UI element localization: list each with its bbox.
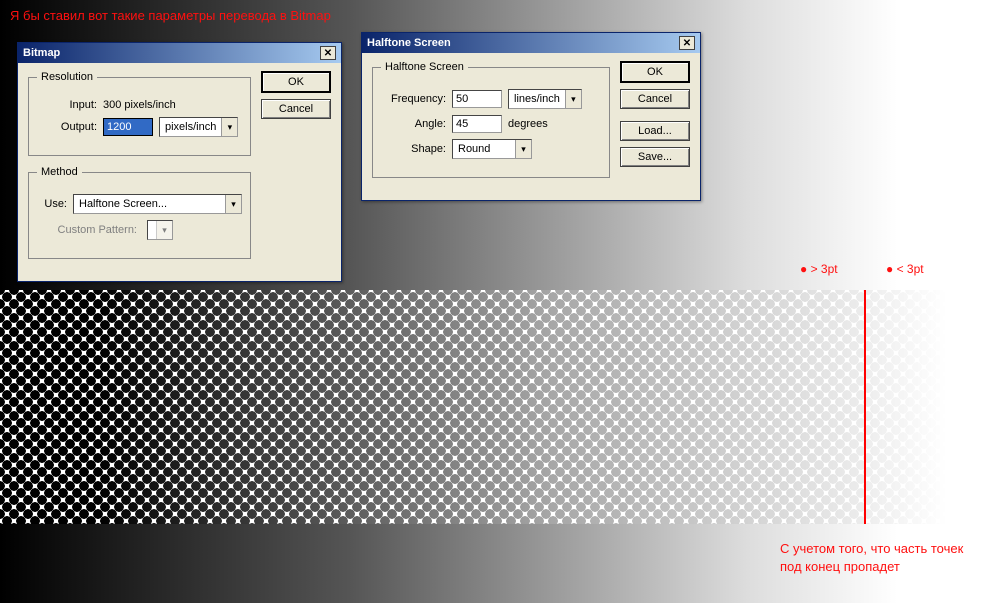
annotation-gt-3pt: ● > 3pt	[800, 262, 838, 276]
shape-combo[interactable]: Round	[452, 139, 532, 159]
use-value: Halftone Screen...	[74, 196, 225, 212]
chevron-down-icon[interactable]	[225, 195, 241, 213]
output-units-combo[interactable]: pixels/inch	[159, 117, 238, 137]
chevron-down-icon[interactable]	[221, 118, 237, 136]
frequency-units: lines/inch	[509, 91, 565, 107]
input-value: 300 pixels/inch	[103, 99, 176, 111]
halftone-title: Halftone Screen	[367, 37, 451, 49]
chevron-down-icon[interactable]	[515, 140, 531, 158]
shape-label: Shape:	[381, 143, 446, 155]
output-units: pixels/inch	[160, 119, 221, 135]
annotation-lt-3pt: ● < 3pt	[886, 262, 924, 276]
use-combo[interactable]: Halftone Screen...	[73, 194, 242, 214]
threshold-line	[864, 290, 866, 524]
save-button[interactable]: Save...	[620, 147, 690, 167]
load-button[interactable]: Load...	[620, 121, 690, 141]
annotation-bottom-l1: С учетом того, что часть точек	[780, 540, 963, 558]
resolution-legend: Resolution	[37, 71, 97, 83]
chevron-down-icon	[156, 221, 172, 239]
halftone-titlebar[interactable]: Halftone Screen ✕	[362, 33, 700, 53]
halftone-legend: Halftone Screen	[381, 61, 468, 73]
use-label: Use:	[37, 198, 67, 210]
resolution-group: Resolution Input: 300 pixels/inch Output…	[28, 71, 251, 156]
cancel-button[interactable]: Cancel	[620, 89, 690, 109]
input-label: Input:	[37, 99, 97, 111]
angle-label: Angle:	[381, 118, 446, 130]
angle-input[interactable]	[452, 115, 502, 133]
frequency-input[interactable]	[452, 90, 502, 108]
output-label: Output:	[37, 121, 97, 133]
close-icon[interactable]: ✕	[679, 36, 695, 50]
annotation-top: Я бы ставил вот такие параметры перевода…	[10, 8, 331, 23]
method-legend: Method	[37, 166, 82, 178]
frequency-label: Frequency:	[381, 93, 446, 105]
custom-pattern-swatch	[147, 220, 173, 240]
ok-button[interactable]: OK	[620, 61, 690, 83]
bitmap-title: Bitmap	[23, 47, 60, 59]
shape-value: Round	[453, 141, 515, 157]
annotation-bottom-l2: под конец пропадет	[780, 558, 963, 576]
halftone-pattern	[0, 290, 997, 524]
halftone-group: Halftone Screen Frequency: lines/inch An…	[372, 61, 610, 178]
cancel-button[interactable]: Cancel	[261, 99, 331, 119]
output-input[interactable]	[103, 118, 153, 136]
bitmap-dialog: Bitmap ✕ Resolution Input: 300 pixels/in…	[17, 42, 342, 282]
chevron-down-icon[interactable]	[565, 90, 581, 108]
frequency-units-combo[interactable]: lines/inch	[508, 89, 582, 109]
method-group: Method Use: Halftone Screen... Custom Pa…	[28, 166, 251, 259]
bitmap-titlebar[interactable]: Bitmap ✕	[18, 43, 341, 63]
angle-units: degrees	[508, 118, 548, 130]
close-icon[interactable]: ✕	[320, 46, 336, 60]
ok-button[interactable]: OK	[261, 71, 331, 93]
annotation-bottom: С учетом того, что часть точек под конец…	[780, 540, 963, 576]
halftone-dialog: Halftone Screen ✕ Halftone Screen Freque…	[361, 32, 701, 201]
custom-pattern-label: Custom Pattern:	[37, 224, 137, 236]
